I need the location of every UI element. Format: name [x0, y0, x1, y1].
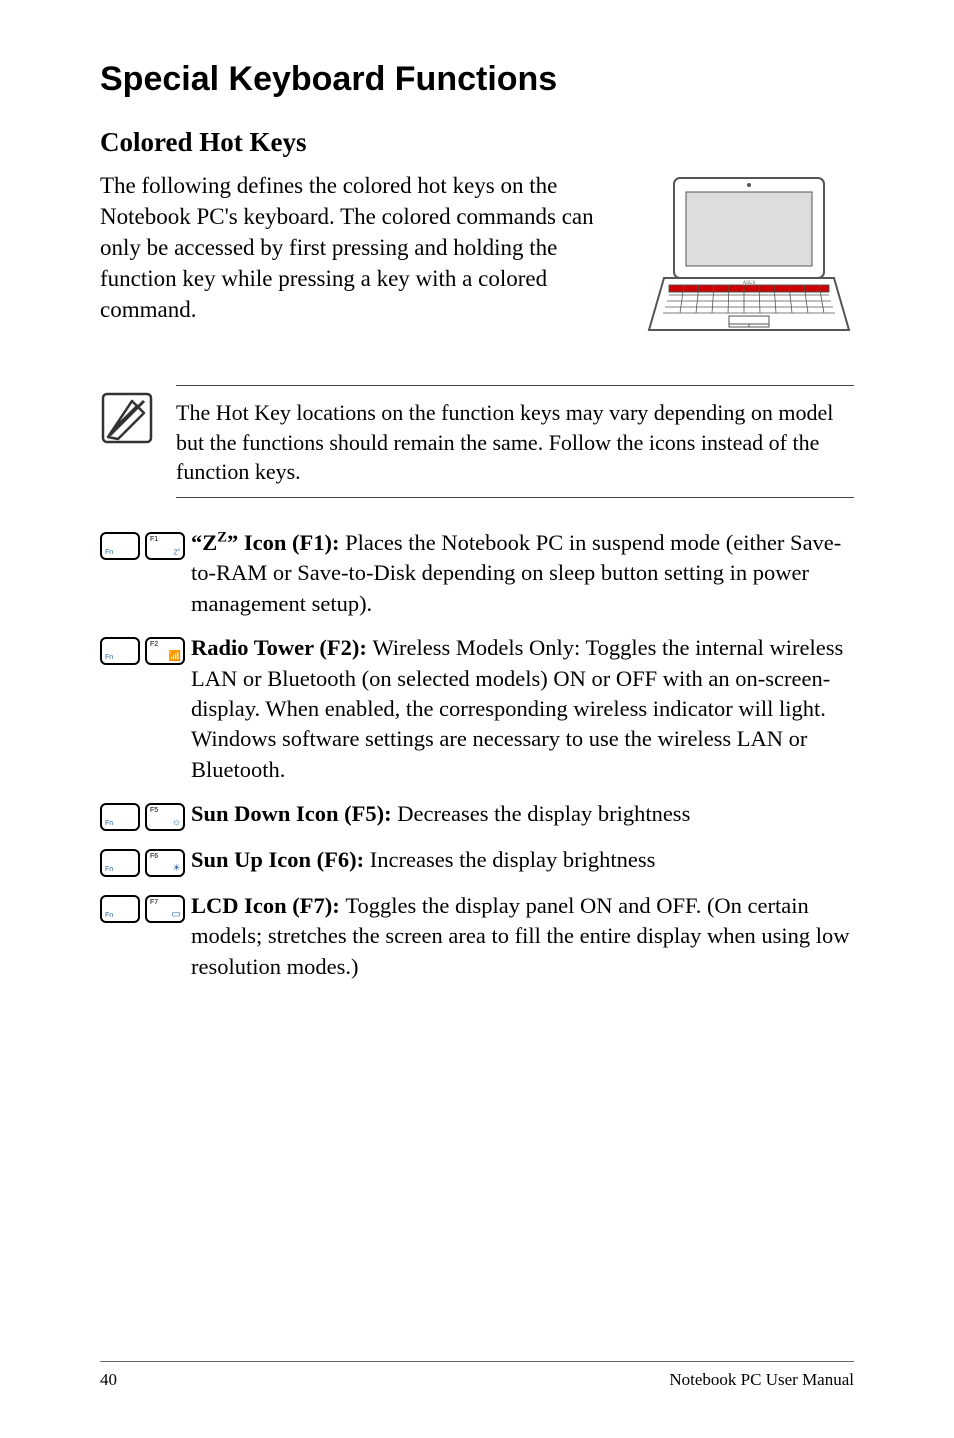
fn-key-icon: Fn — [100, 803, 140, 831]
entry-text: Sun Down Icon (F5): Decreases the displa… — [191, 799, 854, 829]
f2-key-icon: F2📶 — [145, 637, 185, 665]
f1-key-icon: F1Zz — [145, 532, 185, 560]
svg-text:ASUS: ASUS — [743, 281, 756, 286]
fn-key-icon: Fn — [100, 895, 140, 923]
intro-row: The following defines the colored hot ke… — [100, 170, 854, 345]
page-number: 40 — [100, 1370, 117, 1390]
section-heading: Colored Hot Keys — [100, 127, 854, 158]
hotkey-entry-f7: Fn F7▭ LCD Icon (F7): Toggles the displa… — [100, 891, 854, 982]
entry-text: Radio Tower (F2): Wireless Models Only: … — [191, 633, 854, 785]
key-pair: Fn F5☼ — [100, 803, 185, 831]
key-pair: Fn F7▭ — [100, 895, 185, 923]
entry-text: Sun Up Icon (F6): Increases the display … — [191, 845, 854, 875]
f7-key-icon: F7▭ — [145, 895, 185, 923]
hotkey-entry-f2: Fn F2📶 Radio Tower (F2): Wireless Models… — [100, 633, 854, 785]
hotkey-entry-f5: Fn F5☼ Sun Down Icon (F5): Decreases the… — [100, 799, 854, 831]
note-icon — [100, 391, 154, 445]
fn-key-icon: Fn — [100, 637, 140, 665]
footer-label: Notebook PC User Manual — [669, 1370, 854, 1390]
hotkey-entry-f6: Fn F6☀ Sun Up Icon (F6): Increases the d… — [100, 845, 854, 877]
key-pair: Fn F6☀ — [100, 849, 185, 877]
entry-text: LCD Icon (F7): Toggles the display panel… — [191, 891, 854, 982]
f5-key-icon: F5☼ — [145, 803, 185, 831]
laptop-illustration: ASUS — [644, 170, 854, 345]
note-row: The Hot Key locations on the function ke… — [100, 385, 854, 498]
entry-text: “ZZ” Icon (F1): Places the Notebook PC i… — [191, 528, 854, 619]
page-title: Special Keyboard Functions — [100, 60, 854, 99]
key-pair: Fn F1Zz — [100, 532, 185, 560]
fn-key-icon: Fn — [100, 532, 140, 560]
key-pair: Fn F2📶 — [100, 637, 185, 665]
fn-key-icon: Fn — [100, 849, 140, 877]
f6-key-icon: F6☀ — [145, 849, 185, 877]
note-text: The Hot Key locations on the function ke… — [176, 385, 854, 498]
intro-text: The following defines the colored hot ke… — [100, 170, 626, 325]
hotkey-entry-f1: Fn F1Zz “ZZ” Icon (F1): Places the Noteb… — [100, 528, 854, 619]
page-footer: 40 Notebook PC User Manual — [100, 1361, 854, 1390]
